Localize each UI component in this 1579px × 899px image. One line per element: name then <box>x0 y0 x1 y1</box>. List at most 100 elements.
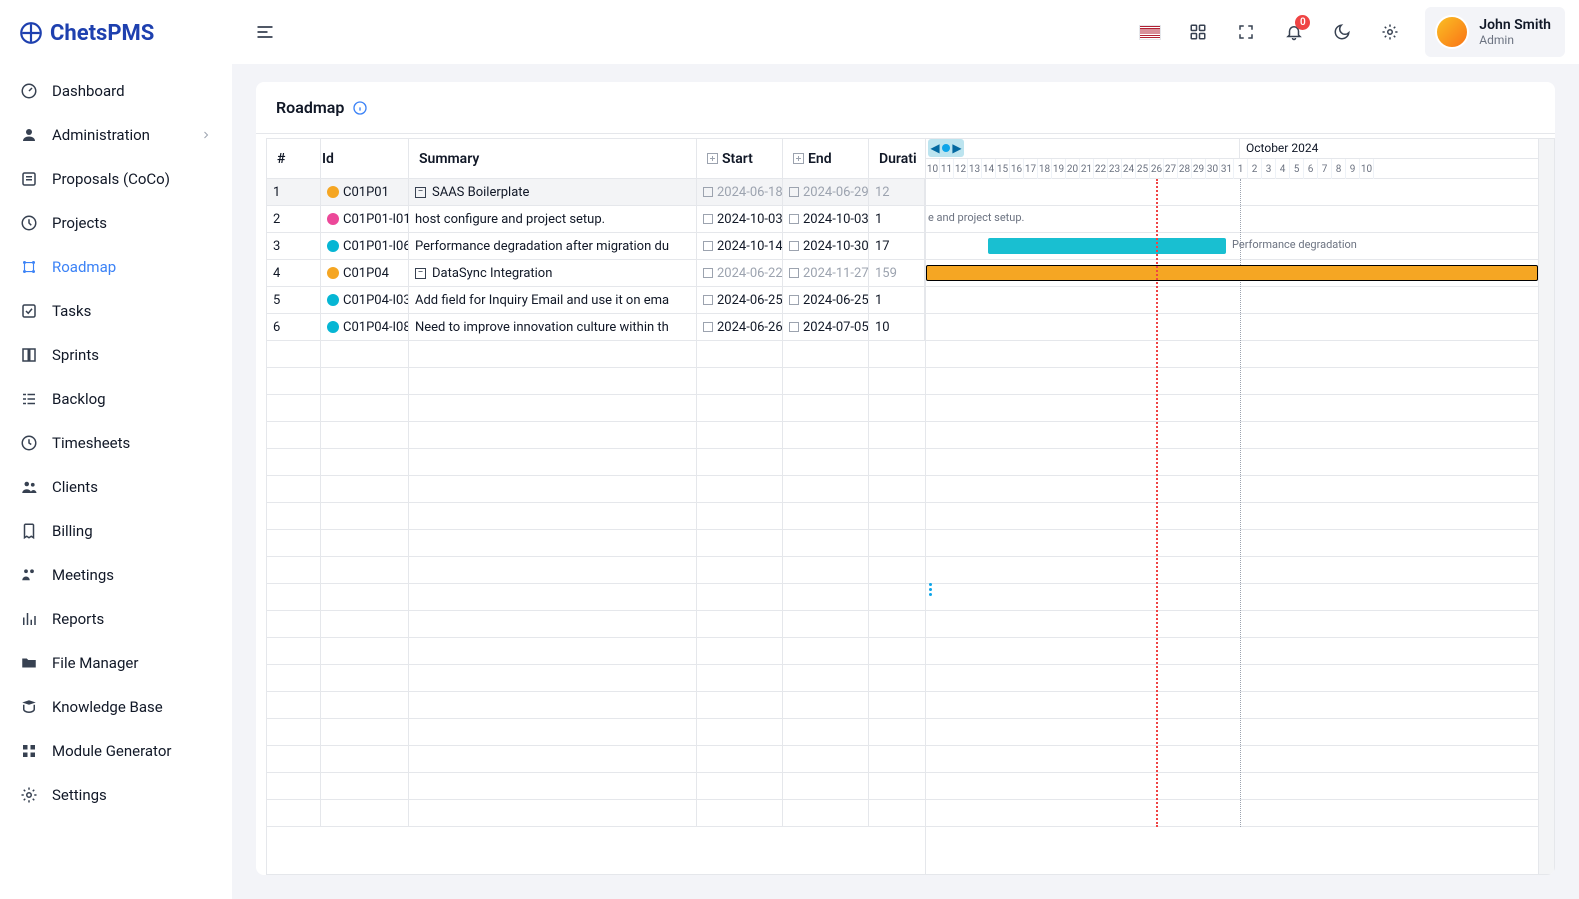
col-end[interactable]: End <box>783 139 869 178</box>
day-cell: 1 <box>1234 159 1248 179</box>
day-cell: 20 <box>1066 159 1080 179</box>
gantt-bar[interactable] <box>988 238 1226 254</box>
day-cell: 23 <box>1108 159 1122 179</box>
day-cell: 18 <box>1038 159 1052 179</box>
fullscreen-icon <box>1237 23 1255 41</box>
gantt-bar[interactable] <box>926 265 1538 281</box>
book-icon <box>20 698 38 716</box>
split-handle[interactable] <box>926 579 934 599</box>
day-cell: 13 <box>968 159 982 179</box>
sidebar-item-module-generator[interactable]: Module Generator <box>8 730 224 772</box>
day-cell: 3 <box>1262 159 1276 179</box>
settings-button[interactable] <box>1371 13 1409 51</box>
info-icon[interactable] <box>352 100 368 116</box>
main: 0 John Smith Admin Roadmap <box>232 0 1579 899</box>
fullscreen-button[interactable] <box>1227 13 1265 51</box>
gantt-bar-label: e and project setup. <box>928 211 1024 224</box>
topbar: 0 John Smith Admin <box>232 0 1579 64</box>
roadmap-split: # Id Summary Start End Durati 1C01P01−SA… <box>266 138 1555 875</box>
day-cell: 16 <box>1010 159 1024 179</box>
gantt-next[interactable]: ▶ <box>950 141 964 155</box>
chevron-right-icon <box>200 129 212 141</box>
sidebar-item-backlog[interactable]: Backlog <box>8 378 224 420</box>
col-number[interactable]: # <box>267 139 321 178</box>
folder-icon <box>20 654 38 672</box>
day-cell: 31 <box>1220 159 1234 179</box>
sidebar-item-meetings[interactable]: Meetings <box>8 554 224 596</box>
sidebar-item-label: Knowledge Base <box>52 698 163 716</box>
day-cell: 5 <box>1290 159 1304 179</box>
sidebar-item-roadmap[interactable]: Roadmap <box>8 246 224 288</box>
sidebar-item-label: Proposals (CoCo) <box>52 170 170 188</box>
sidebar-item-label: File Manager <box>52 654 138 672</box>
collapse-icon[interactable]: − <box>415 268 426 279</box>
sidebar-item-label: Projects <box>52 214 107 232</box>
grid-icon <box>20 742 38 760</box>
grid-pane: # Id Summary Start End Durati 1C01P01−SA… <box>266 138 926 875</box>
sidebar-item-label: Billing <box>52 522 93 540</box>
sidebar-item-label: Dashboard <box>52 82 125 100</box>
day-cell: 22 <box>1094 159 1108 179</box>
col-summary[interactable]: Summary <box>409 139 697 178</box>
sidebar-item-timesheets[interactable]: Timesheets <box>8 422 224 464</box>
menu-icon <box>255 22 275 42</box>
scrollbar[interactable] <box>1538 139 1554 874</box>
gantt-body[interactable]: e and project setup. Performance degrada… <box>926 179 1554 827</box>
collapse-icon[interactable]: − <box>415 187 426 198</box>
language-button[interactable] <box>1131 13 1169 51</box>
expand-icon[interactable] <box>793 153 804 164</box>
sidebar-nav: Dashboard Administration Proposals (CoCo… <box>8 70 224 816</box>
day-cell: 28 <box>1178 159 1192 179</box>
menu-toggle[interactable] <box>246 13 284 51</box>
day-cell: 24 <box>1122 159 1136 179</box>
logo-icon <box>18 20 44 46</box>
day-cell: 8 <box>1332 159 1346 179</box>
sidebar-item-label: Settings <box>52 786 107 804</box>
day-cell: 9 <box>1346 159 1360 179</box>
table-row[interactable]: 3C01P01-I06Performance degradation after… <box>267 233 925 260</box>
gantt-today[interactable] <box>942 144 950 152</box>
sidebar-item-proposals[interactable]: Proposals (CoCo) <box>8 158 224 200</box>
day-cell: 25 <box>1136 159 1150 179</box>
table-row[interactable]: 2C01P01-I01host configure and project se… <box>267 206 925 233</box>
apps-button[interactable] <box>1179 13 1217 51</box>
sidebar-item-settings[interactable]: Settings <box>8 774 224 816</box>
sidebar-item-billing[interactable]: Billing <box>8 510 224 552</box>
meetings-icon <box>20 566 38 584</box>
sidebar-item-file-manager[interactable]: File Manager <box>8 642 224 684</box>
user-menu[interactable]: John Smith Admin <box>1425 7 1565 57</box>
gantt-prev[interactable]: ◀ <box>928 141 942 155</box>
col-duration[interactable]: Durati <box>869 139 925 178</box>
sidebar-item-knowledge-base[interactable]: Knowledge Base <box>8 686 224 728</box>
table-row[interactable]: 4C01P04−DataSync Integration2024-06-2220… <box>267 260 925 287</box>
page-title: Roadmap <box>276 98 344 117</box>
sprints-icon <box>20 346 38 364</box>
app-logo[interactable]: ChetsPMS <box>8 0 224 70</box>
col-id[interactable]: Id <box>321 139 409 178</box>
expand-icon[interactable] <box>707 153 718 164</box>
theme-button[interactable] <box>1323 13 1361 51</box>
day-cell: 21 <box>1080 159 1094 179</box>
sidebar: ChetsPMS Dashboard Administration Propos… <box>0 0 232 899</box>
sidebar-item-tasks[interactable]: Tasks <box>8 290 224 332</box>
col-start[interactable]: Start <box>697 139 783 178</box>
roadmap-icon <box>20 258 38 276</box>
sidebar-item-clients[interactable]: Clients <box>8 466 224 508</box>
page: Roadmap # Id Summary Start End Durati 1C… <box>232 64 1579 899</box>
notifications-button[interactable]: 0 <box>1275 13 1313 51</box>
sidebar-item-projects[interactable]: Projects <box>8 202 224 244</box>
day-cell: 15 <box>996 159 1010 179</box>
sidebar-item-sprints[interactable]: Sprints <box>8 334 224 376</box>
billing-icon <box>20 522 38 540</box>
sidebar-item-label: Backlog <box>52 390 106 408</box>
clients-icon <box>20 478 38 496</box>
table-row[interactable]: 1C01P01−SAAS Boilerplate2024-06-182024-0… <box>267 179 925 206</box>
day-cell: 12 <box>954 159 968 179</box>
sidebar-item-administration[interactable]: Administration <box>8 114 224 156</box>
sidebar-item-dashboard[interactable]: Dashboard <box>8 70 224 112</box>
day-cell: 17 <box>1024 159 1038 179</box>
table-row[interactable]: 5C01P04-I03Add field for Inquiry Email a… <box>267 287 925 314</box>
table-row[interactable]: 6C01P04-I08Need to improve innovation cu… <box>267 314 925 341</box>
sidebar-item-reports[interactable]: Reports <box>8 598 224 640</box>
user-role: Admin <box>1479 33 1551 47</box>
